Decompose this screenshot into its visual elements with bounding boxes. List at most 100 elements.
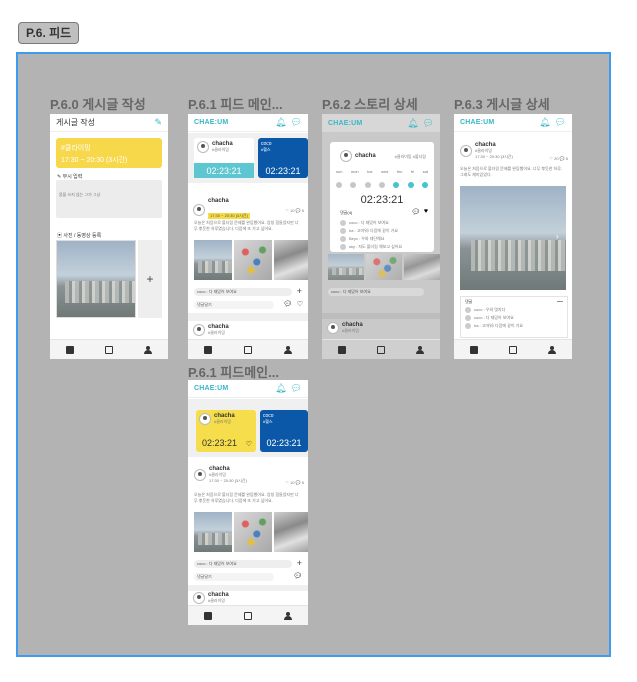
avatar — [340, 220, 346, 226]
collapse-icon[interactable]: — — [557, 299, 563, 305]
bg-photo-2 — [366, 254, 402, 280]
chevron-right-icon[interactable]: › — [556, 232, 559, 241]
heart-icon[interactable]: ♡ — [297, 300, 303, 308]
tab-home-icon[interactable] — [104, 345, 113, 354]
post-time-chip: 17:30 ~ 20:30 (3시간) — [208, 213, 250, 219]
post-divider — [322, 313, 440, 319]
send-icon[interactable]: 💬︎ — [411, 208, 420, 216]
tab-home-icon[interactable] — [376, 345, 385, 354]
uploaded-photo[interactable] — [56, 240, 136, 318]
feed-header: CHAE:UM 🔔︎ 💬︎ — [188, 114, 308, 132]
comment-preview[interactable]: coco : 다 재밌어 보여요 — [194, 560, 292, 568]
post-header-2: chacha #클라이밍 — [193, 324, 229, 336]
comment-row: Beyc : 우와 대단해요 — [340, 236, 430, 242]
comment-text: ha : 고마워! 다음에 같이 가요 — [349, 228, 399, 234]
story-card-2[interactable]: coco #헬스 02:23:21 — [258, 138, 308, 178]
heart-icon[interactable]: ♡ — [246, 440, 252, 448]
frame-label-write: P.6.0 게시글 작성 — [50, 97, 146, 112]
tab-feed-icon[interactable] — [204, 611, 212, 620]
post-photo-2[interactable] — [234, 512, 272, 552]
post-tag: #클라이밍 — [208, 598, 225, 604]
avatar[interactable] — [460, 144, 472, 157]
bell-icon[interactable]: 🔔︎ — [539, 118, 550, 127]
story-timer: 02:23:21 — [194, 163, 254, 178]
tab-feed-icon[interactable] — [469, 345, 478, 354]
story-card-1[interactable]: chacha #클라이밍 02:23:21 ♡ — [196, 410, 256, 452]
story-card-2[interactable]: coco #헬스 02:23:21 — [260, 410, 308, 452]
comment-row: coco : 다 재밌어 보여요 — [340, 220, 430, 226]
post-header-2: chacha #클라이밍 — [193, 592, 229, 604]
avatar — [340, 228, 346, 234]
post-photo-1[interactable] — [194, 240, 232, 280]
tab-feed-icon[interactable] — [65, 345, 74, 354]
weekday-label: tue — [367, 169, 373, 174]
bell-icon[interactable]: 🔔︎ — [275, 384, 286, 393]
tab-profile-icon[interactable] — [284, 611, 292, 620]
comments-title: 댓글 — [465, 299, 473, 304]
tab-feed-icon[interactable] — [204, 345, 212, 354]
chat-icon[interactable]: 💬︎ — [555, 118, 566, 127]
send-icon[interactable]: 💬︎ — [283, 300, 292, 308]
avatar[interactable] — [193, 324, 205, 336]
pencil-icon[interactable]: ✎ — [154, 117, 162, 128]
photo-section-label: ▣ 사진 / 동영상 등록 — [57, 232, 101, 239]
phone-feed-2: CHAE:UM 🔔︎ 💬︎ chacha #클라이밍 02:23:21 ♡ coco… — [188, 380, 308, 625]
chat-icon[interactable]: 💬︎ — [291, 384, 302, 393]
post-tag: #클라이밍 — [342, 328, 359, 334]
comment-input[interactable]: 댓글달기 — [194, 301, 274, 309]
post-divider — [188, 585, 308, 591]
comment-row: coco : 다 재밌어 보여요 — [465, 315, 563, 321]
heart-icon[interactable]: ♥ — [424, 208, 428, 215]
add-photo-button[interactable]: + — [138, 240, 162, 318]
tab-profile-icon[interactable] — [548, 345, 557, 354]
weekday-label: sun — [336, 169, 343, 174]
comment-preview[interactable]: coco : 다 재밌어 보여요 — [194, 288, 292, 296]
avatar[interactable] — [193, 204, 205, 216]
add-comment-icon[interactable]: + — [297, 286, 302, 296]
tab-home-icon[interactable] — [244, 611, 252, 620]
bg-photo-3 — [404, 254, 440, 280]
post-photo-2[interactable] — [234, 240, 272, 280]
tab-profile-icon[interactable] — [416, 345, 425, 354]
tab-home-icon[interactable] — [244, 345, 252, 354]
tab-profile-icon[interactable] — [284, 345, 292, 354]
tab-bar — [188, 605, 308, 625]
chat-icon[interactable]: 💬︎ — [423, 118, 434, 128]
chat-icon[interactable]: 💬︎ — [291, 118, 302, 127]
post-photo-1[interactable] — [194, 512, 232, 552]
story-timer: 02:23:21 — [360, 194, 404, 206]
brand-logo[interactable]: CHAE:UM — [460, 119, 494, 126]
post-photo-3[interactable] — [274, 512, 308, 552]
story-tag: #클라이밍 — [214, 419, 231, 425]
phone-write: 게시글 작성 ✎ #클라이밍 17:30 ~ 20:30 (3시간) ✎ 무시 … — [50, 114, 168, 359]
comment-input[interactable]: 댓글달기 — [194, 573, 274, 581]
add-comment-icon[interactable]: + — [297, 558, 302, 568]
bell-icon[interactable]: 🔔︎ — [407, 118, 418, 128]
post-time: 17:30 ~ 20:30 (3시간) — [475, 153, 513, 159]
comments-title: 댓글(4) — [340, 210, 353, 215]
tab-bar — [454, 339, 572, 359]
tab-bar — [188, 339, 308, 359]
avatar — [327, 322, 339, 334]
post-photo-3[interactable] — [274, 240, 308, 280]
text-input-area[interactable]: 몸을 쓰지 않는 그가 그냥 — [56, 180, 162, 218]
avatar[interactable] — [193, 592, 205, 604]
comment-text: sky : 저도 볼더링 해보고 싶어요 — [349, 244, 403, 250]
weekday-label: sat — [422, 169, 428, 174]
tab-profile-icon[interactable] — [144, 345, 153, 354]
frame-label-story: P.6.2 스토리 상세 — [322, 97, 418, 112]
post-main-photo[interactable] — [460, 186, 566, 290]
post-header-2: chacha #클라이밍 — [327, 322, 363, 334]
bell-icon[interactable]: 🔔︎ — [275, 118, 286, 127]
photo-section-title: 사진 / 동영상 등록 — [63, 233, 102, 239]
tab-home-icon[interactable] — [508, 345, 517, 354]
tab-feed-icon[interactable] — [337, 345, 346, 354]
frame-label-feed-2: P.6.1 피드메인... — [188, 365, 279, 380]
brand-logo[interactable]: CHAE:UM — [194, 385, 228, 392]
activity-card[interactable]: #클라이밍 17:30 ~ 20:30 (3시간) — [56, 138, 162, 168]
story-card-1[interactable]: chacha #클라이밍 02:23:21 — [194, 138, 254, 178]
brand-logo[interactable]: CHAE:UM — [194, 119, 228, 126]
brand-logo[interactable]: CHAE:UM — [328, 120, 362, 127]
avatar[interactable] — [194, 468, 206, 481]
send-icon[interactable]: 💬︎ — [293, 572, 302, 580]
